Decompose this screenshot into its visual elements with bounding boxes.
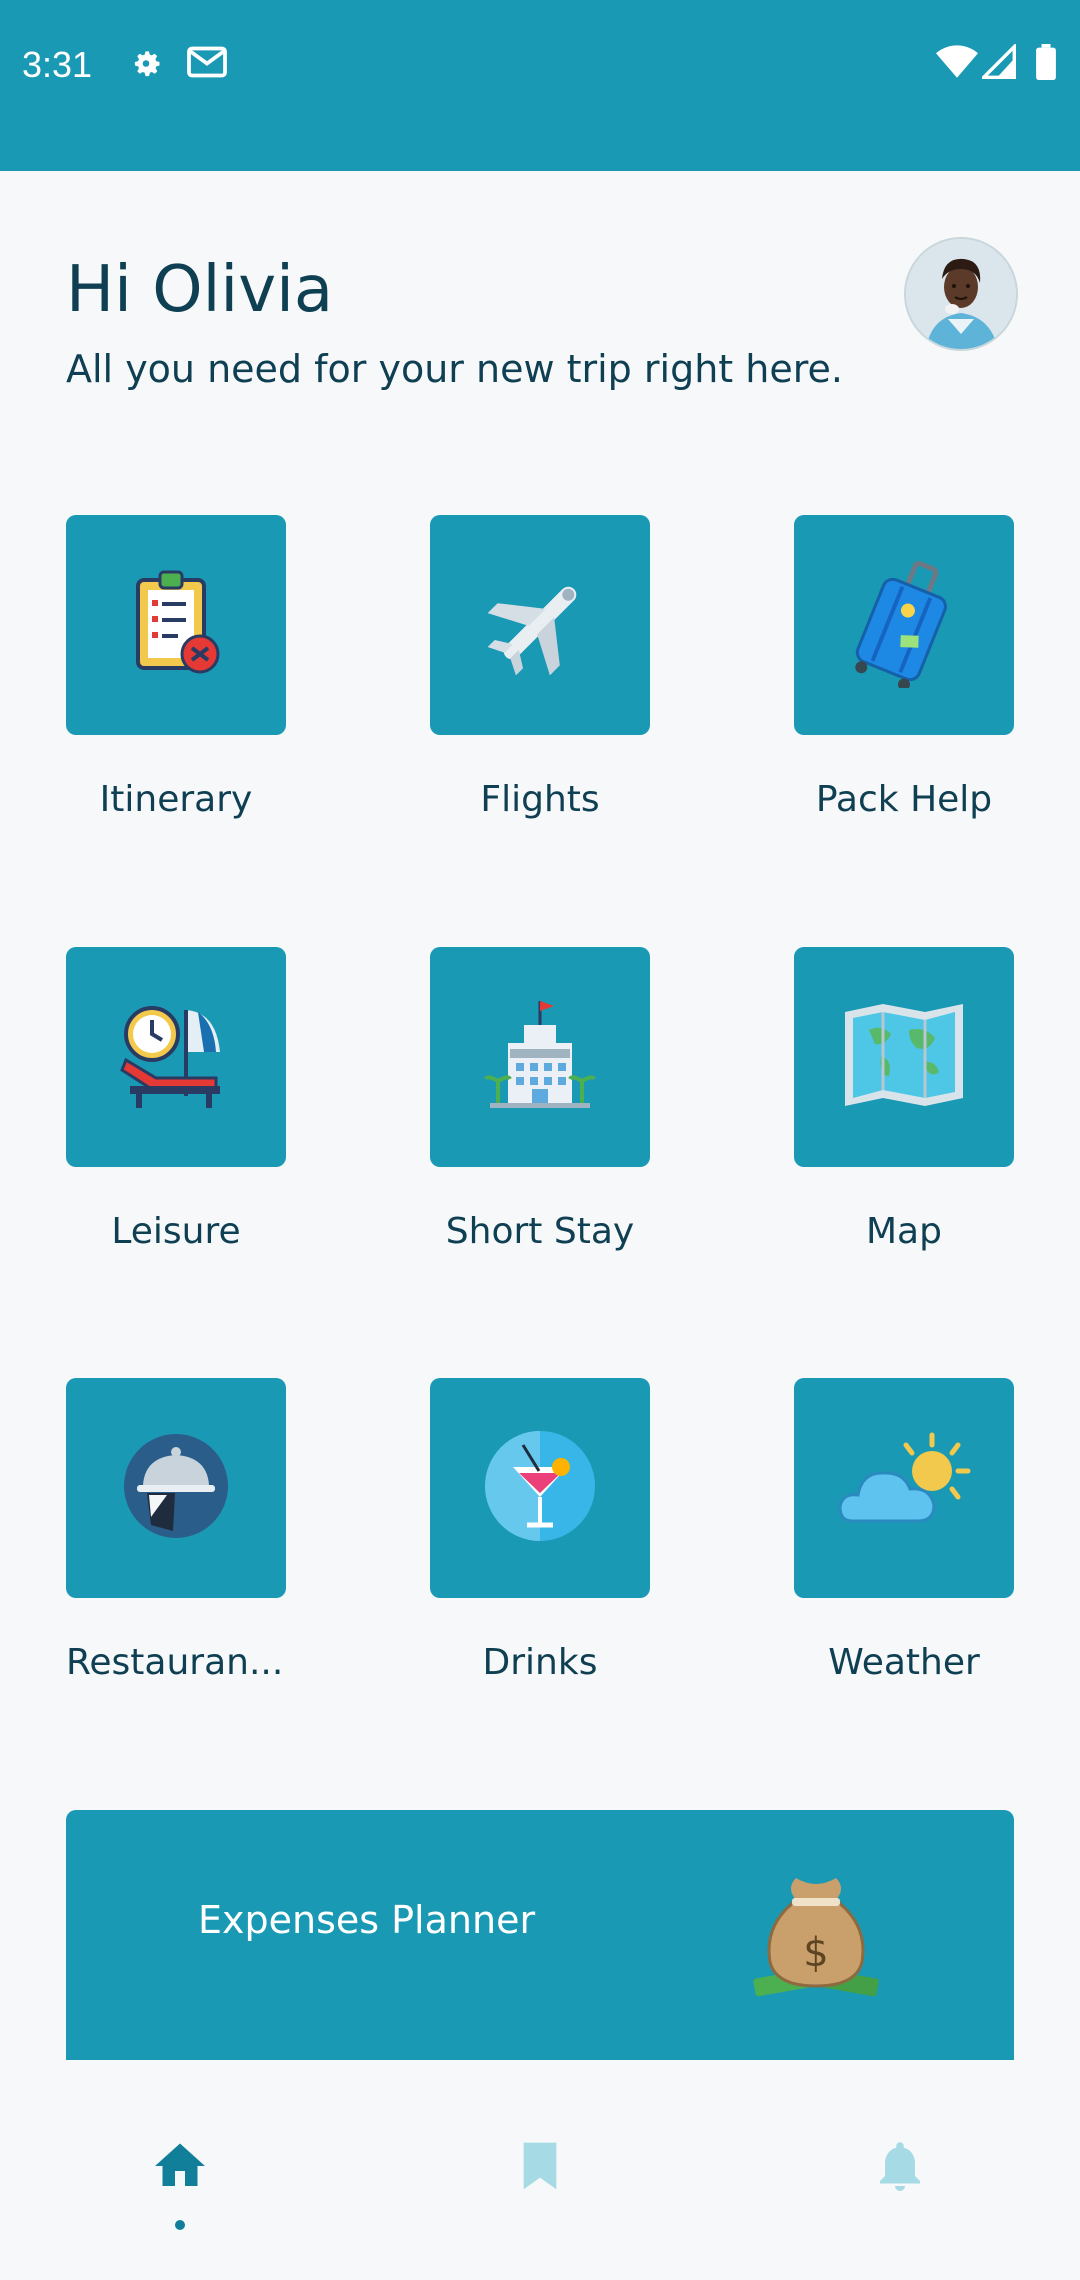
- bell-icon: [870, 2136, 930, 2200]
- home-screen: Hi Olivia All you need for your new trip…: [0, 171, 1080, 2091]
- clipboard-icon: [126, 568, 226, 682]
- nav-home[interactable]: [130, 2136, 230, 2236]
- status-bar: 3:31: [0, 0, 1080, 171]
- battery-icon: [1035, 44, 1057, 84]
- tile-map[interactable]: [794, 947, 1014, 1167]
- tile-itinerary[interactable]: [66, 515, 286, 735]
- greeting-subtitle: All you need for your new trip right her…: [66, 347, 843, 391]
- gear-icon: [128, 44, 164, 84]
- tile-label-leisure: Leisure: [111, 1211, 241, 1252]
- home-icon: [150, 2136, 210, 2200]
- mail-icon: [186, 44, 228, 84]
- expenses-planner-card[interactable]: Expenses Planner $: [66, 1810, 1014, 2060]
- bottom-navigation: [0, 2091, 1080, 2280]
- tile-flights[interactable]: [430, 515, 650, 735]
- greeting-title: Hi Olivia: [66, 253, 334, 327]
- map-icon: [839, 1000, 969, 1114]
- tile-weather[interactable]: [794, 1378, 1014, 1598]
- tile-restaurants[interactable]: [66, 1378, 286, 1598]
- money-bag-icon: $: [746, 1870, 886, 2004]
- cocktail-icon: [485, 1431, 595, 1545]
- airplane-icon: [480, 563, 600, 687]
- tile-label-pack-help: Pack Help: [815, 779, 993, 820]
- weather-icon: [834, 1431, 974, 1545]
- beach-chair-icon: [116, 1000, 236, 1114]
- tile-label-weather: Weather: [828, 1642, 980, 1683]
- tile-label-restaurants: Restauran...: [66, 1642, 284, 1683]
- tile-short-stay[interactable]: [430, 947, 650, 1167]
- cloche-icon: [121, 1431, 231, 1545]
- tile-label-drinks: Drinks: [482, 1642, 598, 1683]
- nav-notifications[interactable]: [850, 2136, 950, 2236]
- hotel-icon: [480, 995, 600, 1119]
- wifi-icon: [936, 44, 978, 84]
- signal-icon: [979, 42, 1016, 84]
- tile-label-itinerary: Itinerary: [99, 779, 253, 820]
- active-indicator: [175, 2220, 185, 2230]
- status-time: 3:31: [22, 44, 93, 85]
- nav-bookmarks[interactable]: [490, 2136, 590, 2236]
- tile-pack-help[interactable]: [794, 515, 1014, 735]
- expenses-planner-label: Expenses Planner: [198, 1898, 536, 1942]
- avatar[interactable]: [904, 237, 1018, 351]
- tile-label-flights: Flights: [480, 779, 600, 820]
- tile-leisure[interactable]: [66, 947, 286, 1167]
- tile-drinks[interactable]: [430, 1378, 650, 1598]
- tile-label-map: Map: [866, 1211, 942, 1252]
- bookmark-icon: [512, 2136, 568, 2200]
- tile-label-short-stay: Short Stay: [445, 1211, 635, 1252]
- svg-text:$: $: [803, 1930, 828, 1976]
- suitcase-icon: [849, 558, 959, 692]
